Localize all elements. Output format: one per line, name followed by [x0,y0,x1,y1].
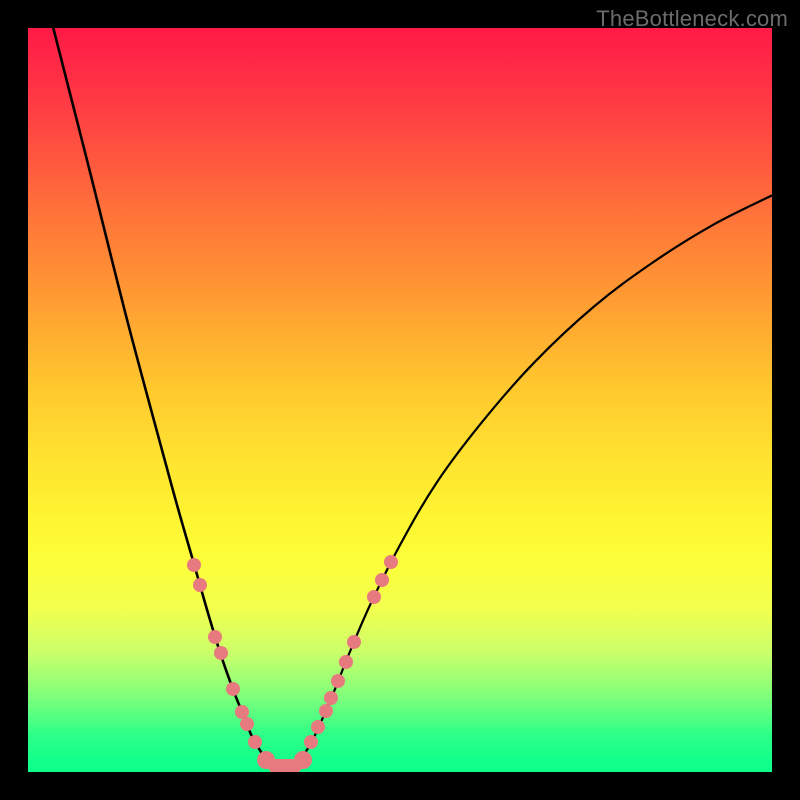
right-marker [339,655,353,669]
left-marker [193,578,207,592]
right-marker [324,691,338,705]
chart-stage: TheBottleneck.com [0,0,800,800]
watermark-text: TheBottleneck.com [596,6,788,32]
right-marker [331,674,345,688]
floor-bar [268,759,302,772]
left-branch-path [53,28,273,765]
right-marker [347,635,361,649]
left-marker [226,682,240,696]
left-marker [187,558,201,572]
right-marker [319,704,333,718]
left-marker [214,646,228,660]
curve-layer [28,28,772,772]
left-marker [208,630,222,644]
right-marker [367,590,381,604]
right-branch-path [296,195,772,764]
plot-area [28,28,772,772]
